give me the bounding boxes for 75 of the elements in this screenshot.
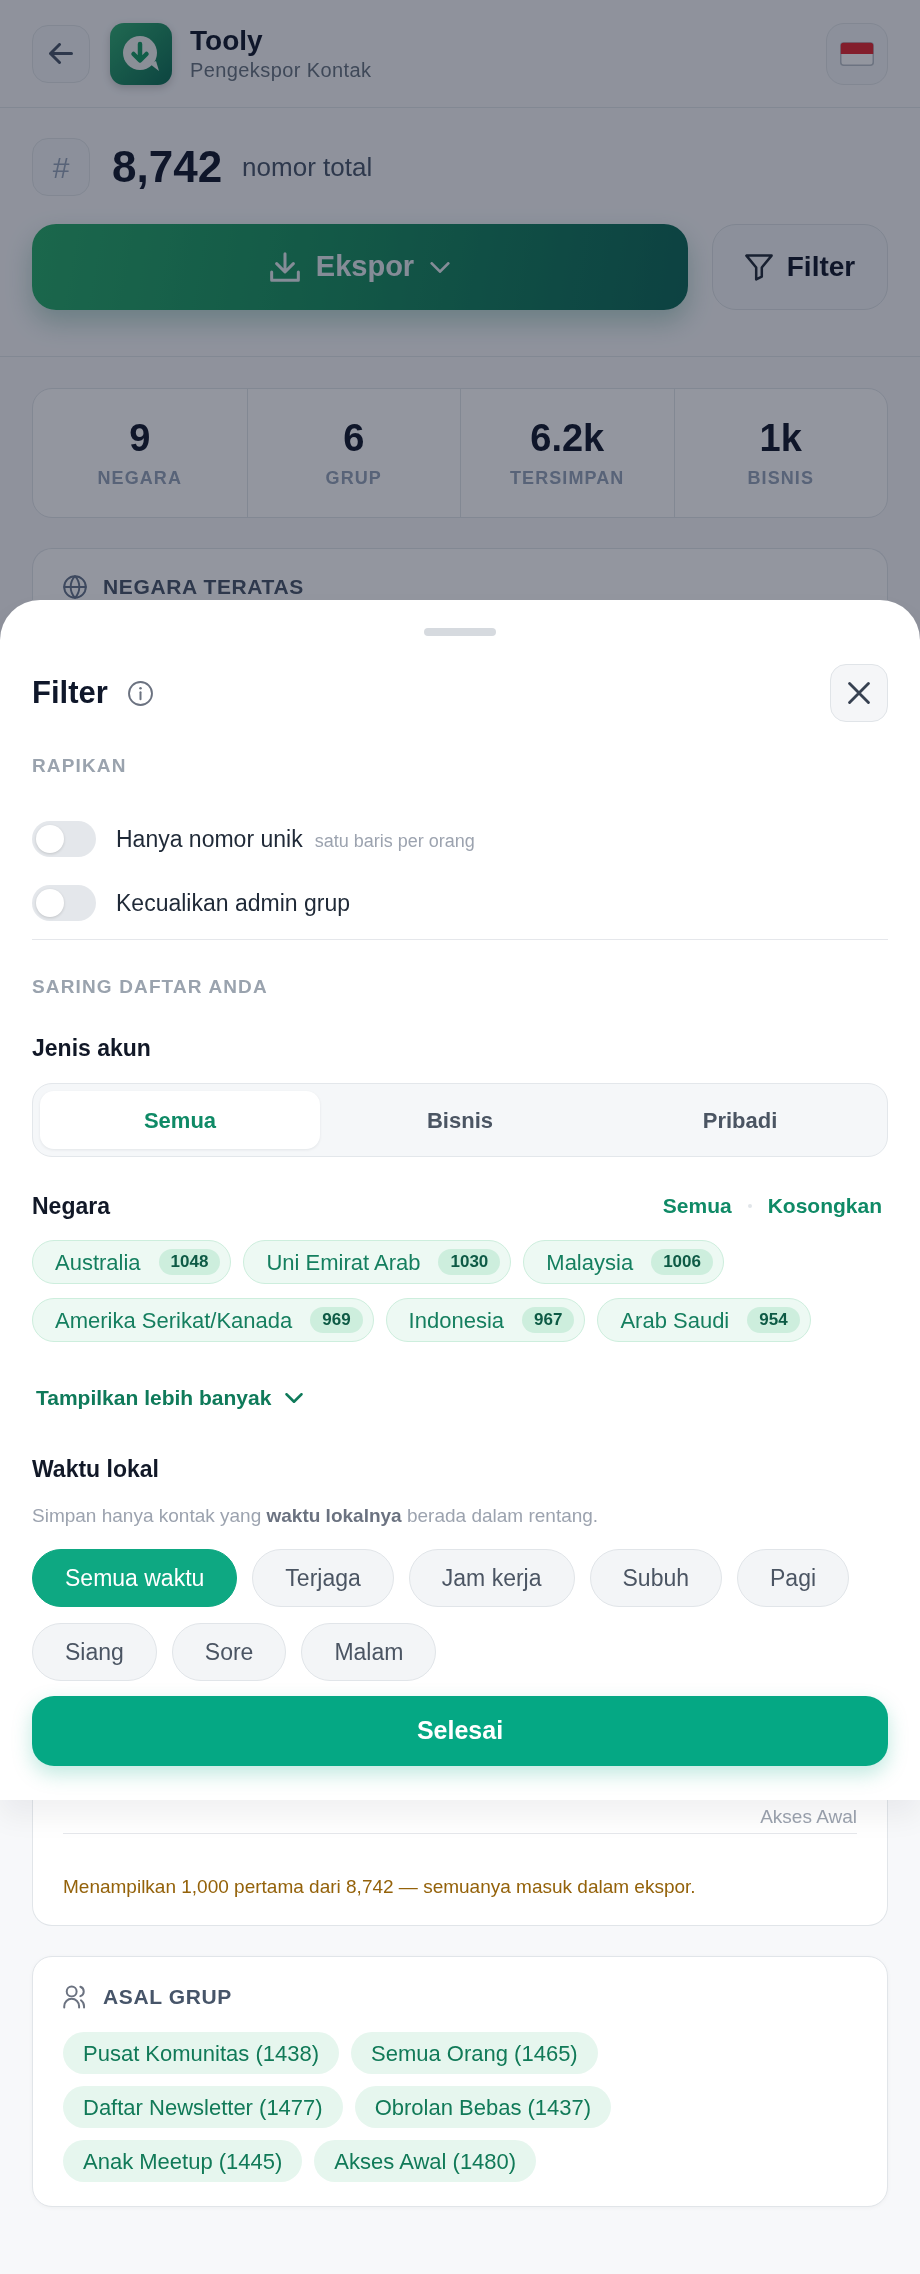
- stat-label: TERSIMPAN: [510, 467, 625, 489]
- flag-icon: [840, 41, 874, 66]
- country-chip[interactable]: Indonesia 967: [385, 1298, 586, 1342]
- time-chip[interactable]: Jam kerja: [408, 1549, 575, 1607]
- field-label: Waktu lokal: [32, 1456, 160, 1482]
- country-chip[interactable]: Malaysia 1006: [523, 1240, 724, 1284]
- count-badge: 1048: [158, 1249, 221, 1275]
- text-link[interactable]: Kosongkan: [767, 1193, 882, 1219]
- group-chip: Daftar Newsletter (1477): [63, 2086, 343, 2128]
- segment-tab[interactable]: Pribadi: [600, 1091, 880, 1149]
- stat-label: GRUP: [325, 467, 382, 489]
- drag-handle[interactable]: [424, 628, 496, 636]
- count-badge: 969: [310, 1307, 363, 1333]
- country-chip[interactable]: Amerika Serikat/Kanada 969: [32, 1298, 374, 1342]
- back-arrow-icon: [49, 43, 73, 64]
- time-chip[interactable]: Subuh: [589, 1549, 722, 1607]
- hint-text: Simpan hanya kontak yang waktu lokalnya berada dalam rentang.: [32, 1504, 600, 1528]
- back-button[interactable]: [32, 24, 90, 83]
- section-title: ASAL GRUP: [103, 1985, 232, 2009]
- stat-label: NEGARA: [97, 467, 182, 489]
- count-badge: 954: [747, 1307, 800, 1333]
- group-chip: Anak Meetup (1445): [63, 2140, 303, 2182]
- time-chip[interactable]: Terjaga: [252, 1549, 394, 1607]
- total-count: 8,742: [112, 145, 223, 189]
- country-chip[interactable]: Uni Emirat Arab 1030: [243, 1240, 512, 1284]
- count-badge: 1030: [438, 1249, 501, 1275]
- stat-label: BISNIS: [747, 467, 814, 489]
- toggle-label: Hanya nomor unik: [116, 826, 303, 852]
- download-icon: [269, 252, 300, 282]
- text-link[interactable]: Semua: [662, 1193, 732, 1219]
- close-button[interactable]: [830, 664, 888, 722]
- section-heading: SARING DAFTAR ANDA: [32, 975, 269, 999]
- app-subtitle: Pengekspor Kontak: [190, 57, 372, 83]
- time-chip[interactable]: Pagi: [737, 1549, 850, 1607]
- stat-value: 9: [129, 417, 151, 459]
- chevron-down-icon: [285, 1393, 304, 1403]
- group-chip: Obrolan Bebas (1437): [354, 2086, 612, 2128]
- count-badge: 967: [522, 1307, 575, 1333]
- hash-symbol: #: [32, 138, 90, 196]
- info-icon[interactable]: [127, 680, 153, 706]
- filter-button[interactable]: Filter: [712, 224, 888, 310]
- country-chip[interactable]: Australia 1048: [32, 1240, 232, 1284]
- show-more-link[interactable]: Tampilkan lebih banyak: [32, 1385, 304, 1411]
- close-icon: [848, 682, 870, 704]
- app-logo-icon: [110, 22, 172, 85]
- group-chip: Semua Orang (1465): [351, 2032, 598, 2074]
- toggle-switch[interactable]: [32, 885, 96, 921]
- stat-value: 6.2k: [530, 417, 605, 459]
- toggle-switch[interactable]: [32, 821, 96, 857]
- stat-value: 1k: [759, 417, 802, 459]
- segment-tab[interactable]: Bisnis: [320, 1091, 600, 1149]
- group-label: Akses Awal: [760, 1804, 857, 1829]
- field-label: Negara: [32, 1193, 110, 1219]
- country-chip[interactable]: Arab Saudi 954: [597, 1298, 811, 1342]
- stat-value: 6: [343, 417, 365, 459]
- chevron-down-icon: [430, 261, 451, 273]
- time-chip[interactable]: Malam: [301, 1623, 437, 1681]
- app-title: Tooly: [190, 24, 264, 57]
- field-label: Jenis akun: [32, 1035, 152, 1061]
- section-title: NEGARA TERATAS: [103, 575, 304, 599]
- time-chip[interactable]: Sore: [171, 1623, 287, 1681]
- count-badge: 1006: [651, 1249, 713, 1275]
- group-chip: Akses Awal (1480): [314, 2140, 537, 2182]
- total-label: nomor total: [242, 150, 373, 184]
- globe-icon: [63, 575, 87, 599]
- group-chip: Pusat Komunitas (1438): [63, 2032, 340, 2074]
- time-chip[interactable]: Siang: [32, 1623, 157, 1681]
- section-heading: RAPIKAN: [32, 754, 128, 778]
- notice-text: Menampilkan 1,000 pertama dari 8,742 — semuanya masuk dalam ekspor.: [63, 1875, 697, 1899]
- sheet-title: Filter: [32, 673, 108, 712]
- segment-tab[interactable]: Semua: [40, 1091, 320, 1149]
- language-button[interactable]: [826, 22, 888, 85]
- toggle-hint: satu baris per orang: [314, 830, 475, 852]
- funnel-icon: [744, 253, 773, 281]
- toggle-label: Kecualikan admin grup: [116, 890, 350, 916]
